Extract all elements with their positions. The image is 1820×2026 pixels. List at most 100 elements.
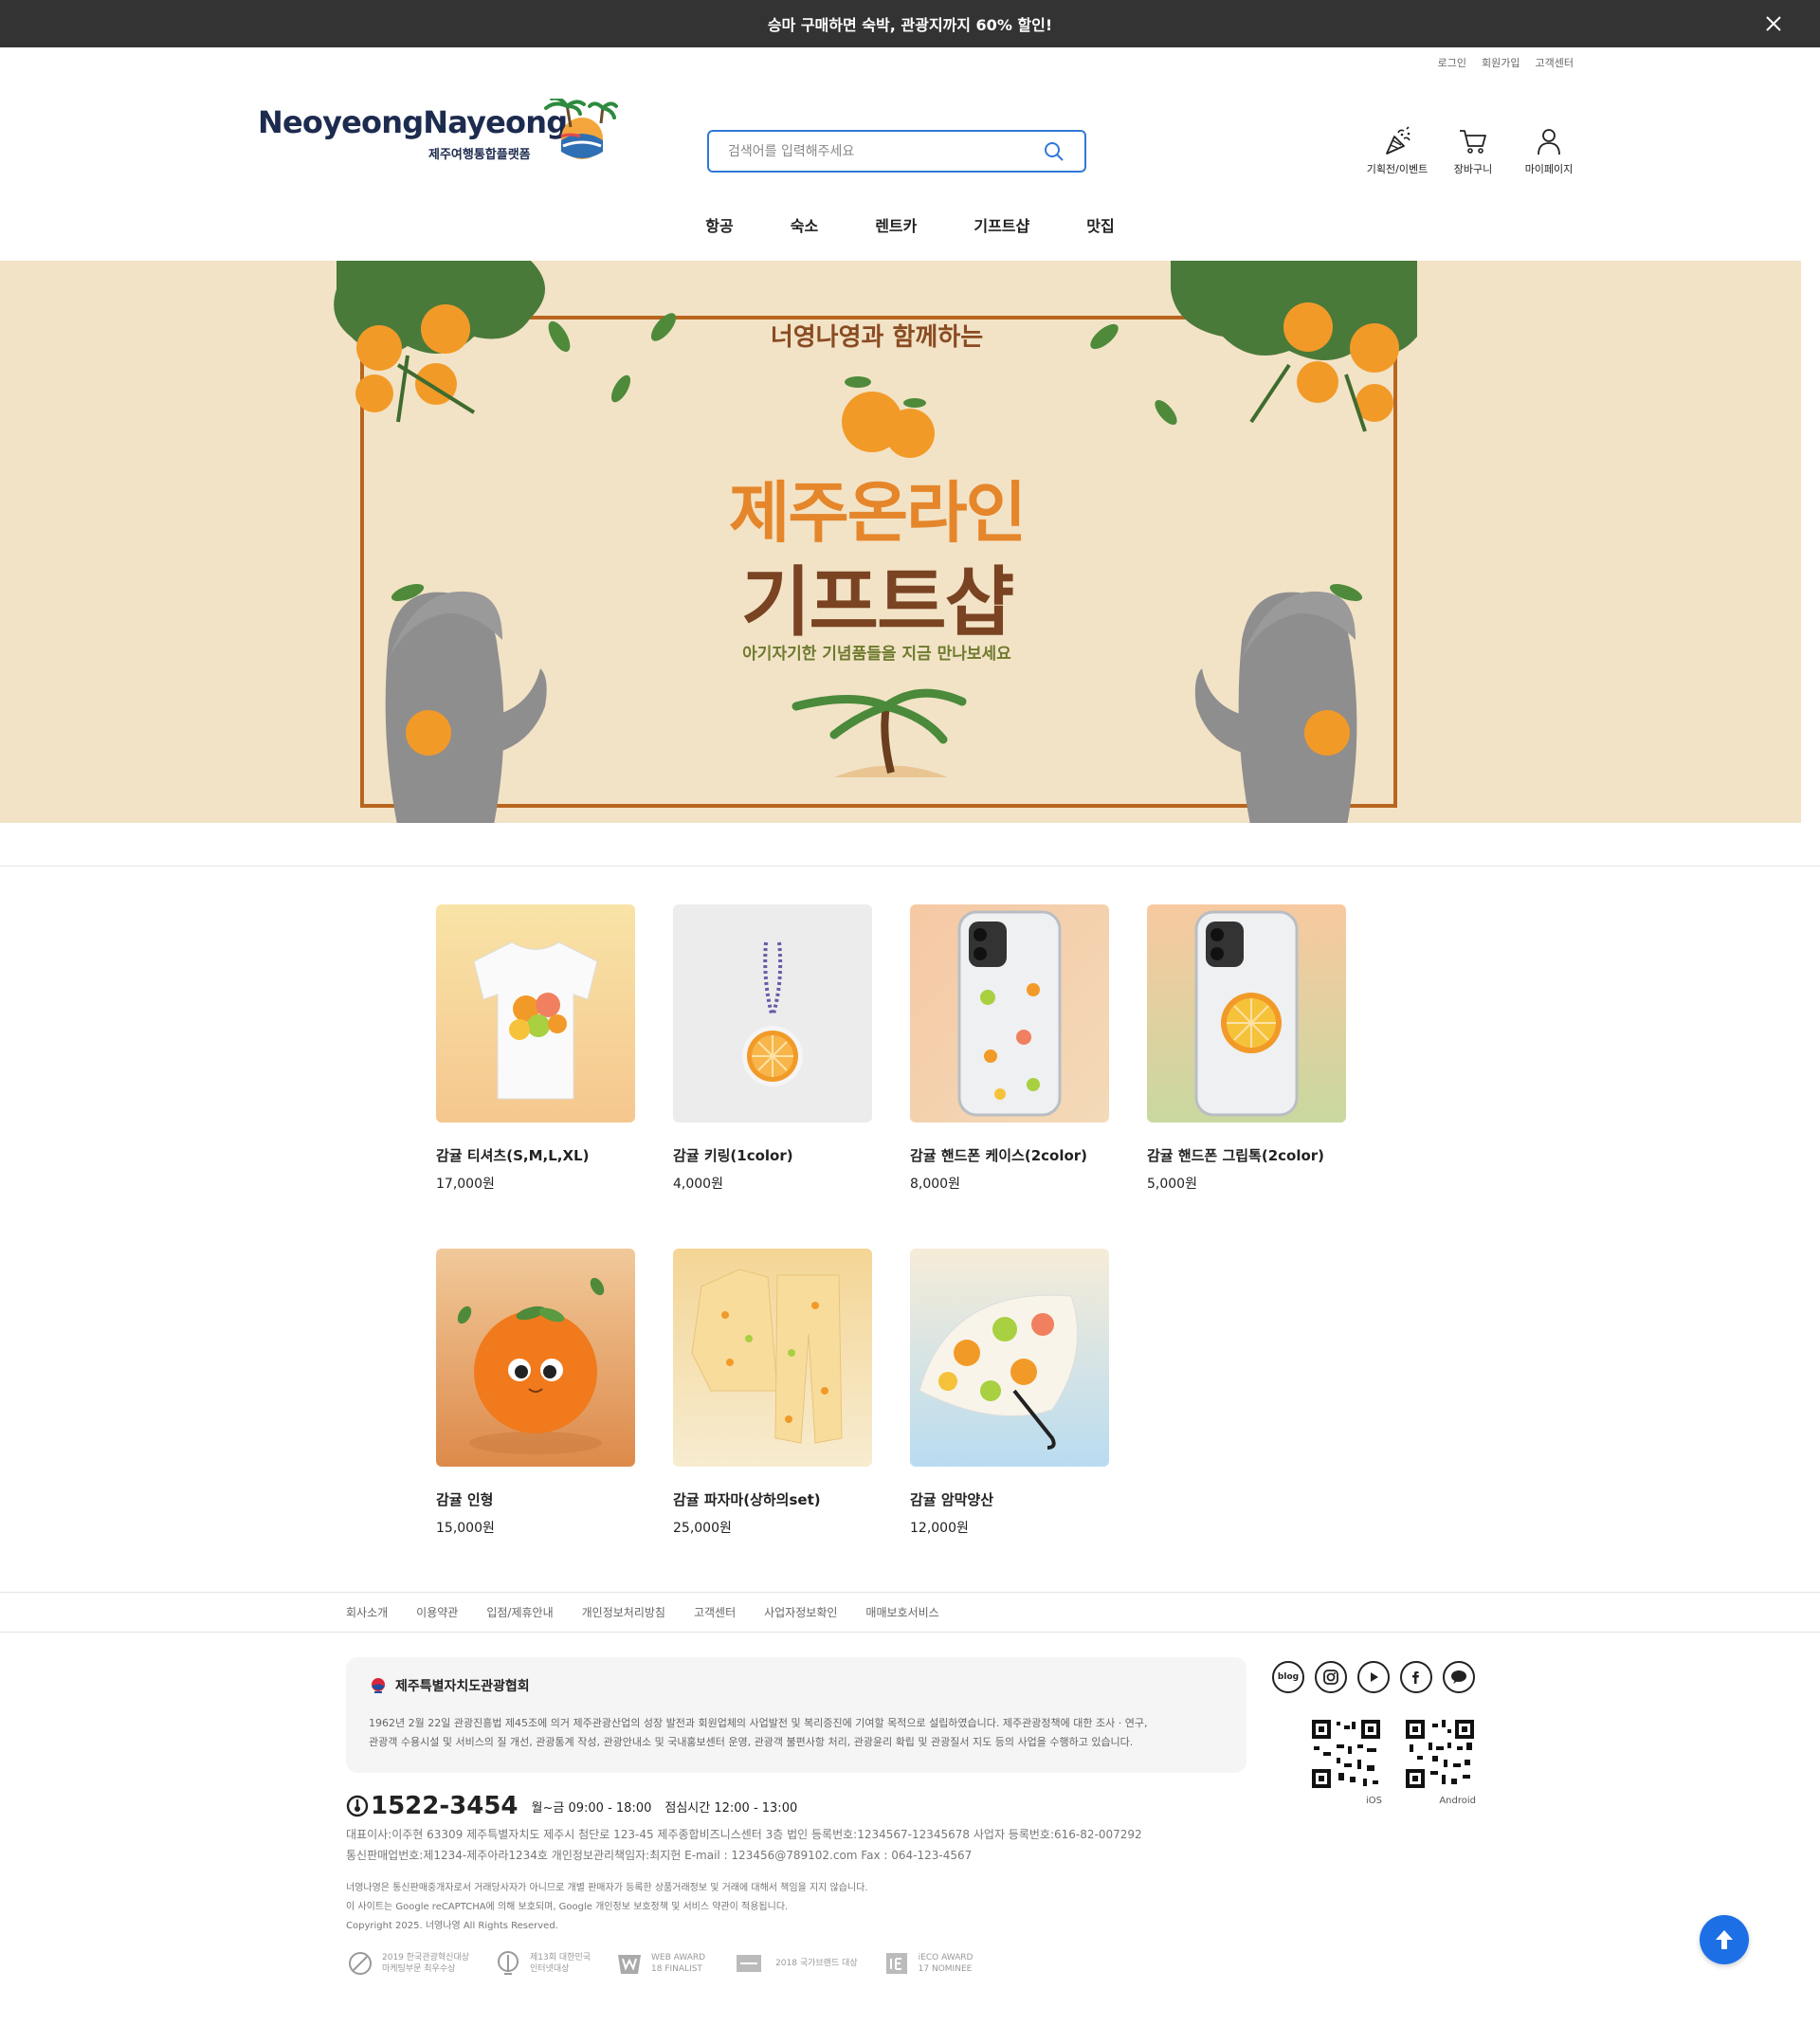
cart-label: 장바구니: [1453, 163, 1493, 175]
nav-rentcar[interactable]: 렌트카: [875, 213, 917, 236]
hero-title-2: 기프트샵: [740, 558, 1014, 647]
footer-link-company[interactable]: 회사소개: [346, 1604, 388, 1620]
social-links: blog: [1272, 1661, 1475, 1693]
product-image: [673, 904, 872, 1123]
login-link[interactable]: 로그인: [1438, 55, 1466, 70]
award-line: 18 FINALIST: [651, 1964, 702, 1974]
product-name: 감귤 핸드폰 그립톡(2color): [1147, 1147, 1325, 1164]
nav-restaurant[interactable]: 맛집: [1086, 213, 1114, 236]
awards-row: 2019 한국관광혁신대상 마케팅부문 최우수상 제13회 대한민국 인터넷대상 W…: [346, 1949, 973, 1978]
events-button[interactable]: 기획전/이벤트: [1359, 125, 1435, 176]
award-item: WEB AWARD 18 FINALIST: [615, 1949, 705, 1978]
product-card[interactable]: 감귤 암막양산 12,000원: [910, 1249, 1109, 1537]
footer-note: 이 사이트는 Google reCAPTCHA에 의해 보호되며, Google…: [346, 1902, 789, 1912]
logo-subtitle: 제주여행통합플랫폼: [428, 148, 531, 162]
footer-link-business-info[interactable]: 사업자정보확인: [764, 1604, 837, 1620]
user-icon: [1538, 129, 1560, 155]
qr-code-icon: [1310, 1718, 1382, 1790]
award-item: 2019 한국관광혁신대상 마케팅부문 최우수상: [346, 1949, 469, 1978]
footer-link-partnership[interactable]: 입점/제휴안내: [486, 1604, 553, 1620]
product-card[interactable]: 감귤 핸드폰 그립톡(2color) 5,000원: [1147, 904, 1346, 1193]
talk-icon[interactable]: [1443, 1661, 1475, 1693]
blog-icon[interactable]: blog: [1272, 1661, 1304, 1693]
mypage-button[interactable]: 마이페이지: [1511, 125, 1587, 176]
product-price: 5,000원: [1147, 1177, 1197, 1192]
nav-lodging[interactable]: 숙소: [791, 213, 818, 236]
youtube-icon[interactable]: [1357, 1661, 1390, 1693]
association-desc-line: 관광객 수용시설 및 서비스의 질 개선, 관광통계 작성, 관광안내소 및 국…: [369, 1736, 1134, 1748]
events-label: 기획전/이벤트: [1366, 163, 1429, 175]
association-title-row: 제주특별자치도관광협회: [369, 1676, 1224, 1695]
product-card[interactable]: 감귤 티셔츠(S,M,L,XL) 17,000원: [436, 904, 635, 1193]
header-icons: 기획전/이벤트 장바구니 마이페이지: [1359, 125, 1587, 176]
product-price: 12,000원: [910, 1521, 969, 1536]
section-divider: [0, 866, 1820, 867]
cart-icon: [1460, 130, 1486, 154]
lunch-hours: 점심시간 12:00 - 13:00: [664, 1800, 798, 1816]
promo-bar: 승마 구매하면 숙박, 관광지까지 60% 할인!: [0, 0, 1820, 47]
award-line: 2018 국가브랜드 대상: [775, 1959, 858, 1968]
phone-number[interactable]: 1522-3454: [371, 1792, 519, 1820]
product-name: 감귤 티셔츠(S,M,L,XL): [436, 1147, 590, 1164]
umbrella-image: [910, 1249, 1109, 1467]
pajama-image: [673, 1249, 872, 1467]
customer-center-link[interactable]: 고객센터: [1536, 55, 1574, 70]
footer-divider: [0, 1632, 1820, 1633]
product-image: [910, 904, 1109, 1123]
scroll-to-top-button[interactable]: [1700, 1915, 1749, 1964]
footer-link-support[interactable]: 고객센터: [694, 1604, 736, 1620]
headset-icon: [346, 1795, 369, 1817]
brand-award-icon: [737, 1955, 762, 1972]
signup-link[interactable]: 회원가입: [1482, 55, 1520, 70]
product-name: 감귤 인형: [436, 1491, 494, 1508]
hero-arc-text: 너영나영과 함께하는: [770, 323, 984, 352]
arrow-up-icon: [1716, 1930, 1733, 1949]
hero-subtitle: 아기자기한 기념품들을 지금 만나보세요: [742, 645, 1011, 664]
association-desc-line: 1962년 2월 22일 관광진흥법 제45조에 의거 제주관광산업의 성장 발…: [369, 1717, 1148, 1729]
product-image: [436, 1249, 635, 1467]
product-card[interactable]: 감귤 파자마(상하의set) 25,000원: [673, 1249, 872, 1537]
association-description: 1962년 2월 22일 관광진흥법 제45조에 의거 제주관광산업의 성장 발…: [369, 1714, 1224, 1752]
footer-link-privacy[interactable]: 개인정보처리방침: [582, 1604, 665, 1620]
product-price: 8,000원: [910, 1177, 960, 1192]
main-nav: 항공 숙소 렌트카 기프트샵 맛집: [0, 213, 1820, 236]
footer-divider: [0, 1592, 1820, 1593]
award-trophy-icon: [498, 1951, 519, 1975]
facebook-icon[interactable]: [1400, 1661, 1432, 1693]
award-line: 17 NOMINEE: [918, 1964, 973, 1974]
footer-link-escrow[interactable]: 매매보호서비스: [865, 1604, 938, 1620]
award-medal-icon: [349, 1952, 372, 1975]
product-card[interactable]: 감귤 인형 15,000원: [436, 1249, 635, 1537]
search-input[interactable]: [728, 143, 1043, 159]
hero-banner[interactable]: 너영나영과 함께하는 제주온라인 기프트샵 아기자기한 기념품들을 지금 만나보…: [0, 261, 1801, 823]
phone-case-image: [910, 904, 1109, 1123]
cart-button[interactable]: 장바구니: [1435, 125, 1511, 176]
nav-flight[interactable]: 항공: [705, 213, 733, 236]
business-hours: 월~금 09:00 - 18:00: [531, 1800, 652, 1816]
footer-nav: 회사소개 이용약관 입점/제휴안내 개인정보처리방침 고객센터 사업자정보확인 …: [346, 1604, 939, 1620]
product-name: 감귤 파자마(상하의set): [673, 1491, 821, 1508]
mypage-label: 마이페이지: [1524, 163, 1574, 175]
product-card[interactable]: 감귤 핸드폰 케이스(2color) 8,000원: [910, 904, 1109, 1193]
award-line: 인터넷대상: [530, 1964, 570, 1974]
close-icon[interactable]: [1763, 13, 1784, 34]
qr-ios-label: iOS: [1366, 1796, 1382, 1806]
qr-ios[interactable]: iOS: [1310, 1718, 1382, 1806]
award-line: 마케팅부문 최우수상: [382, 1964, 456, 1974]
product-card[interactable]: 감귤 키링(1color) 4,000원: [673, 904, 872, 1193]
web-award-icon: [618, 1955, 642, 1974]
association-logo-icon: [372, 1678, 385, 1693]
qr-android-label: Android: [1439, 1796, 1476, 1806]
qr-android[interactable]: Android: [1404, 1718, 1476, 1806]
search-icon[interactable]: [1043, 140, 1065, 163]
company-info-line: 대표이사:이주현 63309 제주특별자치도 제주시 첨단로 123-45 제주…: [346, 1828, 1142, 1841]
product-name: 감귤 핸드폰 케이스(2color): [910, 1147, 1088, 1164]
product-image: [436, 904, 635, 1123]
product-name: 감귤 암막양산: [910, 1491, 994, 1508]
instagram-icon[interactable]: [1315, 1661, 1347, 1693]
product-name: 감귤 키링(1color): [673, 1147, 793, 1164]
footer-note: 너영나영은 통신판매중개자로서 거래당사자가 아니므로 개별 판매자가 등록한 …: [346, 1883, 868, 1893]
nav-giftshop[interactable]: 기프트샵: [974, 213, 1029, 236]
site-logo[interactable]: NeoyeongNayeong 제주여행통합플랫폼: [258, 99, 637, 174]
footer-link-terms[interactable]: 이용약관: [416, 1604, 458, 1620]
